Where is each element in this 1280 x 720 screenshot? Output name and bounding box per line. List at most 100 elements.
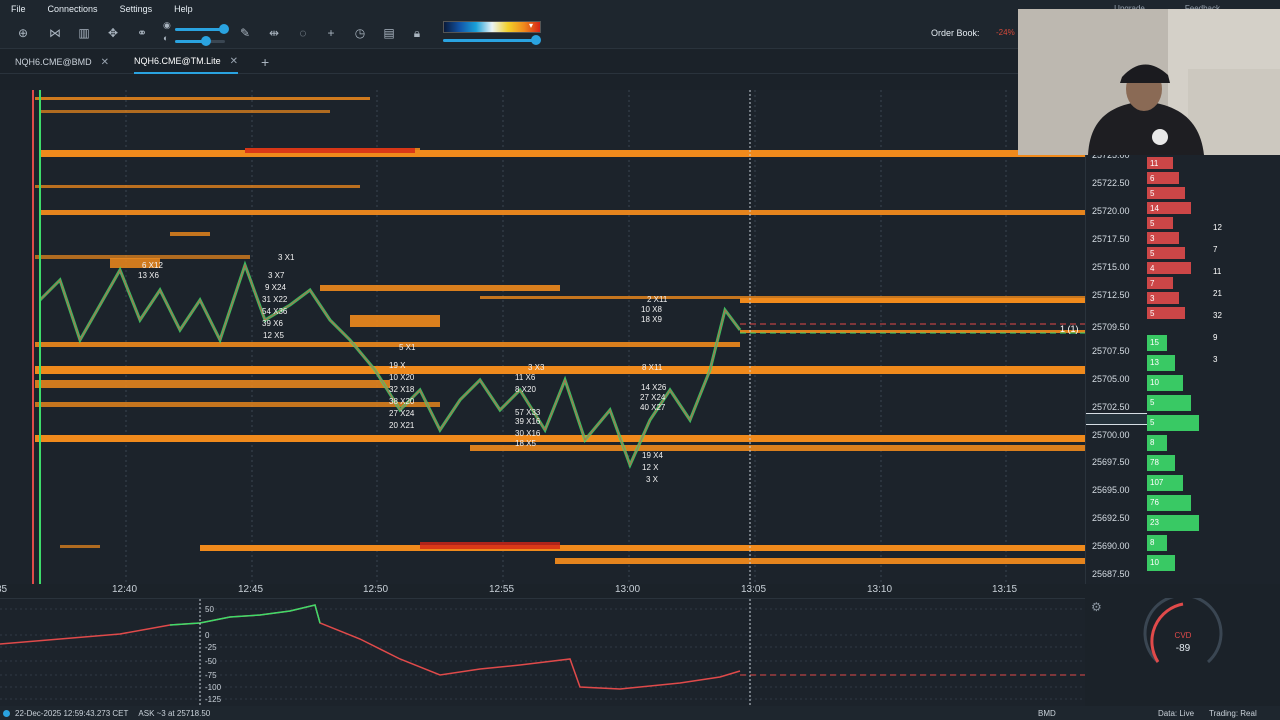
eye-icon: ◉ [163,20,171,30]
trade-bubble-label: 3 X1 [278,253,295,262]
current-price-highlight [1086,413,1148,425]
trade-bubble-label: 30 X16 [515,429,541,438]
cvd-chart: 50 0 -25 -50 -75 -100 -125 [0,599,1085,707]
liquidity-band [35,435,1085,442]
gear-icon[interactable]: ⚙ [1091,600,1102,614]
status-bar: 22-Dec-2025 12:59:43.273 CET ASK ~3 at 2… [0,706,1280,720]
price-tick-label: 25717.50 [1092,234,1130,244]
status-ask: ASK ~3 at 25718.50 [138,708,211,718]
profile-size: 9 [1213,333,1218,342]
time-axis: 35 12:40 12:45 12:50 12:55 13:00 13:05 13:10 13:… [0,584,1085,598]
tab-nqh6-tm-lite[interactable]: NQH6.CME@TM.Lite ✕ [134,50,239,74]
profile-size: 3 [1213,355,1218,364]
share-icon[interactable]: ⋈ [46,24,64,42]
time-tick-label: 12:50 [363,584,389,595]
liquidity-band [350,315,440,327]
trade-bubble-label: 5 X1 [399,343,416,352]
trade-bubble-label: 20 X21 [389,421,415,430]
streamer-silhouette [1018,9,1280,155]
layout-icon[interactable]: ▤ [380,24,398,42]
pen-icon[interactable]: ✎ [236,24,254,42]
lock-icon[interactable]: 🔒︎ [408,24,426,42]
bid-size: 5 [1150,418,1155,427]
menu-connections[interactable]: Connections [37,4,109,14]
trade-bubble-label: 6 X12 [142,261,163,270]
price-tick-label: 25700.00 [1092,430,1130,440]
cvd-tick-label: -100 [205,683,222,692]
trade-bubble-label: 10 X20 [389,373,415,382]
link-icon[interactable]: ⚭ [133,24,151,42]
status-timestamp: 22-Dec-2025 12:59:43.273 CET [15,708,129,718]
chevron-down-icon: ▾ [529,21,534,30]
price-tick-label: 25722.50 [1092,178,1130,188]
price-tick-label: 25690.00 [1092,541,1130,551]
liquidity-band-heavy [420,542,560,549]
liquidity-band [555,558,1085,564]
trade-bubble-label: 13 X6 [138,271,159,280]
menu-settings[interactable]: Settings [109,4,164,14]
cvd-panel: 50 0 -25 -50 -75 -100 -125 [0,598,1085,707]
liquidity-band [40,210,1085,215]
liquidity-band [40,110,330,113]
tab-label: NQH6.CME@BMD [15,57,92,67]
drawing-icon[interactable]: ✥ [104,24,122,42]
ask-size: 6 [1150,174,1155,183]
trade-bubble-label: 3 X [646,475,659,484]
trade-bubble-label: 54 X36 [262,307,288,316]
price-tick-label: 25695.00 [1092,485,1130,495]
cvd-line-positive [169,604,321,626]
trade-bubble-label: 8 X20 [515,385,536,394]
profile-size: 7 [1213,245,1218,254]
liquidity-bands [35,97,1085,564]
bid-bar [1147,415,1199,431]
order-book-value: -24% [996,28,1015,37]
profile-size: 12 [1213,223,1222,232]
liquidity-band [470,445,1085,451]
ask-size: 5 [1150,219,1155,228]
price-tick-label: 25709.50 [1092,322,1130,332]
ask-size: 5 [1150,309,1155,318]
ask-size: 14 [1150,204,1159,213]
trade-bubble-label: 14 X26 [641,383,667,392]
menu-file[interactable]: File [0,4,37,14]
liquidity-band [35,402,440,407]
liquidity-band [170,232,210,236]
price-axis: 25725.00 25722.50 25720.00 25717.50 25715.00… [1085,90,1148,584]
price-tick-label: 25702.50 [1092,402,1130,412]
trade-bubble-label: 18 X5 [515,439,536,448]
cvd-tick-label: -25 [205,643,217,652]
profile-size: 32 [1213,311,1222,320]
trade-bubble-label: 9 X24 [265,283,286,292]
crosshair-icon[interactable]: + [322,24,340,42]
trade-bubble-label: 2 X11 [647,295,668,304]
trade-bubble-label: 27 X24 [389,409,415,418]
trade-bubble-label: 32 X18 [389,385,415,394]
trade-bubble-label: 8 X11 [642,363,663,372]
tab-nqh6-bmd[interactable]: NQH6.CME@BMD ✕ [15,50,109,74]
trade-bubble-label: 10 X8 [641,305,662,314]
opacity-slider[interactable]: ◉ ◐ [163,20,233,46]
menu-help[interactable]: Help [163,4,204,14]
heatmap-canvas: 3 X1 6 X1213 X6 3 X7 9 X24 31 X22 54 X36 39 X6… [32,90,1085,584]
bid-size: 10 [1150,378,1159,387]
timer-icon[interactable]: ◷ [351,24,369,42]
liquidity-band [35,380,390,388]
comment-icon[interactable]: ◌ [294,24,312,42]
measure-icon[interactable]: ⇹ [265,24,283,42]
add-tab-icon[interactable]: + [261,54,269,70]
dom-volume-panel: 11 6 5 14 5 3 5 4 7 3 5 15 13 10 5 5 8 78 107 76 23 8 10 12 7 11 2… [1147,155,1280,584]
grid-lines [125,90,1007,584]
chart-icon[interactable]: ▥ [75,24,93,42]
trade-bubble-label: 18 X9 [641,315,662,324]
ask-size: 3 [1150,294,1155,303]
heatmap-color-scale[interactable]: ▾ [443,19,543,47]
trade-bubble-label: 40 X27 [640,403,666,412]
close-icon[interactable]: ✕ [101,57,109,68]
trade-bubble-label: 11 X6 [515,373,536,382]
order-book-label: Order Book: [931,28,980,38]
bid-size: 15 [1150,338,1159,347]
heatmap-chart[interactable]: 3 X1 6 X12 13 X6 3 X7 9 X24 31 X22 54 X36 39 X6… [0,90,1085,584]
close-icon[interactable]: ✕ [230,56,238,67]
bid-size: 8 [1150,438,1155,447]
zoom-fit-icon[interactable]: ⊕ [14,24,32,42]
